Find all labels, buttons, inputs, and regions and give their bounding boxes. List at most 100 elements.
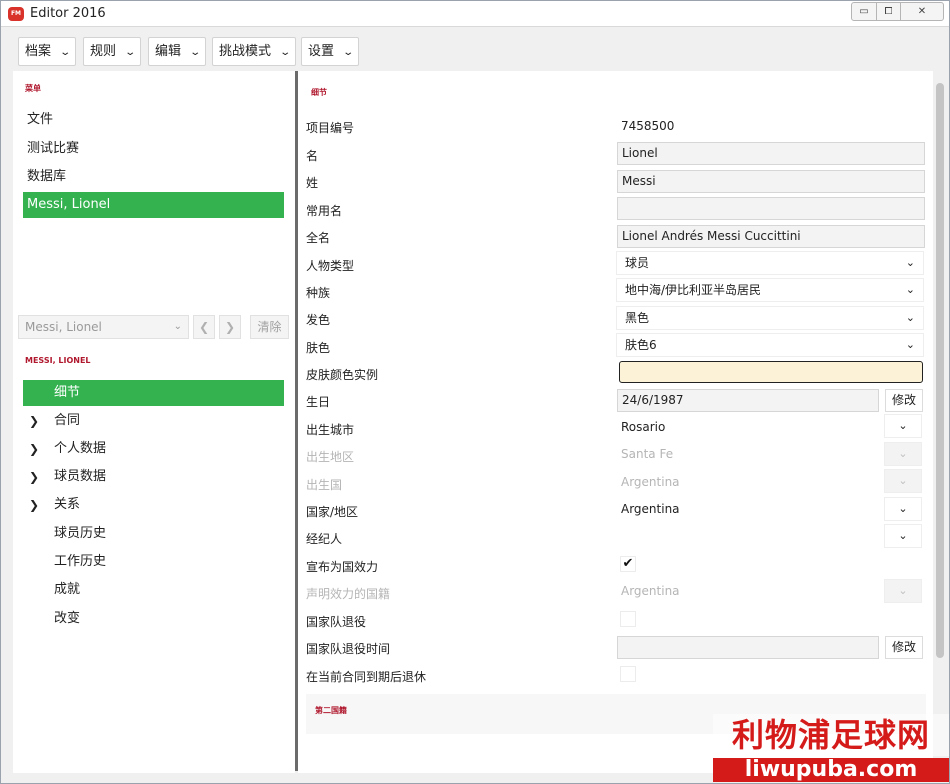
tree-item-label: 合同 <box>54 413 81 428</box>
person-type-value: 球员 <box>625 256 650 270</box>
chevron-down-icon: ⌄ <box>342 47 355 58</box>
tree-item-label: 成就 <box>54 582 81 597</box>
watermark-text: 利物浦足球网 <box>713 714 949 756</box>
menu-settings[interactable]: 设置 ⌄ <box>301 37 360 66</box>
chevron-right-icon[interactable]: ❯ <box>29 492 39 518</box>
tree-item-player-history[interactable]: 球员历史 <box>23 521 284 547</box>
birth-region-dropdown: ⌄ <box>885 443 921 465</box>
birth-city-dropdown[interactable]: ⌄ <box>885 415 921 437</box>
sidebar-item-messi[interactable]: Messi, Lionel <box>23 192 284 218</box>
dob-label: 生日 <box>306 395 331 409</box>
menu-section-title: 菜单 <box>25 84 41 93</box>
chevron-right-icon: ❯ <box>224 320 236 334</box>
chevron-right-icon[interactable]: ❯ <box>29 408 39 434</box>
ethnicity-select[interactable]: 地中海/伊比利亚半岛居民 ⌄ <box>617 279 923 301</box>
tree-item-contract[interactable]: ❯ 合同 <box>23 408 284 434</box>
intl-retire-date-edit-button[interactable]: 修改 <box>885 636 923 659</box>
skin-label: 肤色 <box>306 341 331 355</box>
intl-retired-label: 国家队退役 <box>306 615 367 629</box>
hair-select[interactable]: 黑色 ⌄ <box>617 307 923 329</box>
last-name-input[interactable]: Messi <box>617 170 925 193</box>
tree-item-achievements[interactable]: 成就 <box>23 577 284 603</box>
chevron-down-icon: ⌄ <box>905 256 915 269</box>
record-select[interactable]: Messi, Lionel ⌄ <box>18 315 189 339</box>
nation-value: Argentina <box>621 502 680 516</box>
menu-file-label: 档案 <box>25 44 52 59</box>
title-bar: FM Editor 2016 ▭ ⧠ ✕ <box>1 1 949 27</box>
chevron-down-icon: ⌄ <box>905 338 915 351</box>
retire-after-contract-checkbox[interactable] <box>620 666 636 682</box>
chevron-down-icon: ⌄ <box>898 502 908 515</box>
dob-input[interactable]: 24/6/1987 <box>617 389 879 412</box>
clear-button[interactable]: 清除 <box>250 315 289 339</box>
nation-dropdown[interactable]: ⌄ <box>885 498 921 520</box>
tree-item-relations[interactable]: ❯ 关系 <box>23 492 284 518</box>
chevron-right-icon[interactable]: ❯ <box>29 436 39 462</box>
watermark: 利物浦足球网 liwupuba.com <box>713 714 949 784</box>
details-scrollbar[interactable] <box>933 71 947 773</box>
menu-challenge-mode[interactable]: 挑战模式 ⌄ <box>212 37 297 66</box>
chevron-down-icon: ⌄ <box>905 283 915 296</box>
birth-country-value: Argentina <box>621 475 680 489</box>
id-label: 项目编号 <box>306 121 355 135</box>
common-name-label: 常用名 <box>306 204 343 218</box>
app-logo-icon: FM <box>8 7 24 21</box>
menu-edit[interactable]: 编辑 ⌄ <box>148 37 207 66</box>
chevron-down-icon: ⌄ <box>905 311 915 324</box>
skin-select[interactable]: 肤色6 ⌄ <box>617 334 923 356</box>
full-name-input[interactable]: Lionel Andrés Messi Cuccittini <box>617 225 925 248</box>
agent-label: 经纪人 <box>306 532 343 546</box>
prev-record-button[interactable]: ❯ <box>193 315 215 339</box>
scrollbar-thumb[interactable] <box>936 83 944 658</box>
tree-item-label: 细节 <box>54 385 81 400</box>
chevron-right-icon[interactable]: ❯ <box>29 464 39 490</box>
menu-file[interactable]: 档案 ⌄ <box>18 37 77 66</box>
tree-item-label: 球员历史 <box>54 526 107 541</box>
chevron-down-icon: ⌄ <box>898 474 908 487</box>
menu-challenge-label: 挑战模式 <box>219 44 272 59</box>
agent-dropdown[interactable]: ⌄ <box>885 525 921 547</box>
minimize-button[interactable]: ▭ <box>851 2 877 21</box>
intl-retire-date-input[interactable] <box>617 636 879 659</box>
checkmark-icon: ✔ <box>622 556 634 571</box>
tree-item-player-data[interactable]: ❯ 球员数据 <box>23 464 284 490</box>
birth-region-label: 出生地区 <box>306 450 355 464</box>
first-name-input[interactable]: Lionel <box>617 142 925 165</box>
ethnicity-label: 种族 <box>306 286 331 300</box>
close-button[interactable]: ✕ <box>900 2 944 21</box>
skin-sample-swatch <box>619 361 923 383</box>
record-select-value: Messi, Lionel <box>25 320 102 334</box>
tree-item-personal-data[interactable]: ❯ 个人数据 <box>23 436 284 462</box>
second-nationality-title: 第二国籍 <box>315 706 347 715</box>
tree-item-label: 个人数据 <box>54 441 107 456</box>
person-section-title: MESSI, LIONEL <box>25 356 91 365</box>
dob-edit-button[interactable]: 修改 <box>885 389 923 412</box>
sidebar-item-file[interactable]: 文件 <box>23 107 284 133</box>
menu-rules[interactable]: 规则 ⌄ <box>83 37 142 66</box>
chevron-down-icon: ⌄ <box>124 47 137 58</box>
menu-edit-label: 编辑 <box>155 44 182 59</box>
sidebar-item-database[interactable]: 数据库 <box>23 164 284 190</box>
nation-label: 国家/地区 <box>306 505 359 519</box>
birth-country-dropdown: ⌄ <box>885 470 921 492</box>
chevron-down-icon: ⌄ <box>898 419 908 432</box>
maximize-icon: ⧠ <box>884 6 893 17</box>
skin-value: 肤色6 <box>625 338 657 352</box>
tree-item-details[interactable]: 细节 <box>23 380 284 406</box>
person-type-select[interactable]: 球员 ⌄ <box>617 252 923 274</box>
intl-retired-checkbox[interactable] <box>620 611 636 627</box>
tree-item-job-history[interactable]: 工作历史 <box>23 549 284 575</box>
tree-item-changes[interactable]: 改变 <box>23 606 284 632</box>
common-name-input[interactable] <box>617 197 925 220</box>
next-record-button[interactable]: ❯ <box>219 315 241 339</box>
hair-value: 黑色 <box>625 311 650 325</box>
chevron-down-icon: ⌄ <box>898 447 908 460</box>
maximize-button[interactable]: ⧠ <box>876 2 901 21</box>
birth-region-value: Santa Fe <box>621 447 674 461</box>
close-icon: ✕ <box>917 6 927 17</box>
sidebar-item-test-match[interactable]: 测试比赛 <box>23 136 284 162</box>
details-section-title: 细节 <box>311 88 327 97</box>
ethnicity-value: 地中海/伊比利亚半岛居民 <box>625 283 762 297</box>
declared-checkbox[interactable]: ✔ <box>620 556 636 572</box>
birth-city-value: Rosario <box>621 420 666 434</box>
